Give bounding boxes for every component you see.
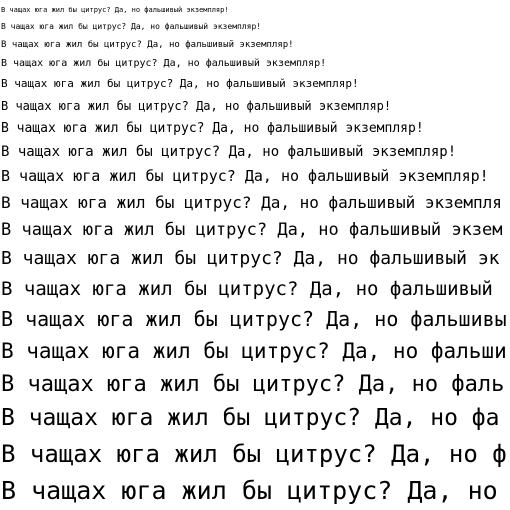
sample-line-23px: В чащах юга жил бы цитрус? Да, но фа <box>1 405 500 432</box>
sample-line-22px: В чащах юга жил бы цитрус? Да, но фаль <box>1 371 505 397</box>
sample-line-7px: В чащах юга жил бы цитрус? Да, но фальши… <box>1 6 229 14</box>
sample-line-15px: В чащах юга жил бы цитрус? Да, но фальши… <box>1 167 489 186</box>
sample-line-14px: В чащах юга жил бы цитрус? Да, но фальши… <box>1 143 457 160</box>
sample-line-12px: В чащах юга жил бы цитрус? Да, но фальши… <box>1 98 392 113</box>
sample-line-16px: В чащах юга жил бы цитрус? Да, но фальши… <box>1 192 502 212</box>
sample-line-10px: В чащах юга жил бы цитрус? Да, но фальши… <box>1 58 327 70</box>
sample-line-25px: В чащах юга жил бы цитрус? Да, но <box>1 476 498 506</box>
sample-line-24px: В чащах юга жил бы цитрус? Да, но ф <box>1 440 507 469</box>
sample-line-9px: В чащах юга жил бы цитрус? Да, но фальши… <box>1 39 294 50</box>
sample-line-18px: В чащах юга жил бы цитрус? Да, но фальши… <box>1 248 500 270</box>
sample-line-8px: В чащах юга жил бы цитрус? Да, но фальши… <box>1 22 262 32</box>
sample-line-13px: В чащах юга жил бы цитрус? Да, но фальши… <box>1 120 424 136</box>
sample-line-19px: В чащах юга жил бы цитрус? Да, но фальши… <box>1 277 505 300</box>
sample-line-20px: В чащах юга жил бы цитрус? Да, но фальши… <box>1 306 507 331</box>
font-waterfall: В чащах юга жил бы цитрус? Да, но фальши… <box>1 2 510 510</box>
sample-line-11px: В чащах юга жил бы цитрус? Да, но фальши… <box>1 76 359 90</box>
sample-line-21px: В чащах юга жил бы цитрус? Да, но фальши <box>1 339 507 364</box>
sample-line-17px: В чащах юга жил бы цитрус? Да, но фальши… <box>1 219 503 240</box>
